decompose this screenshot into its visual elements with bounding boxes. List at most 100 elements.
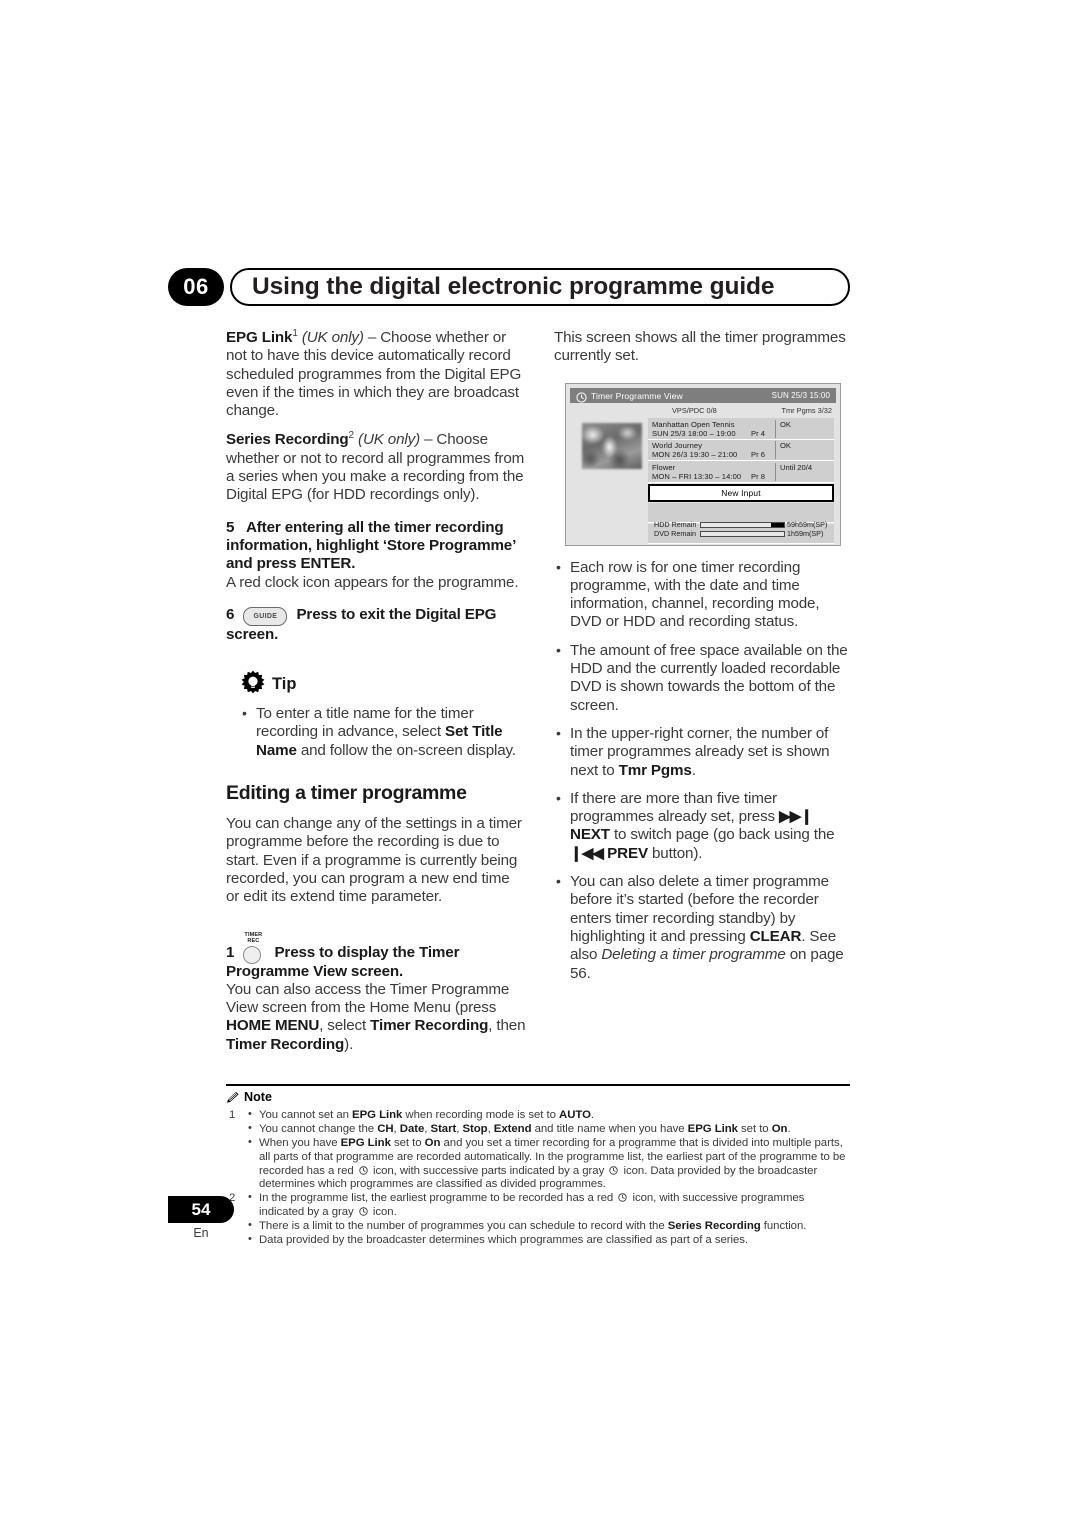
note-item: In the programme list, the earliest prog… <box>248 1191 850 1219</box>
bullet-each-row-text: Each row is for one timer recording prog… <box>570 558 820 631</box>
epg-link-term: EPG Link <box>226 329 293 346</box>
series-recording-paragraph: Series Recording2 (UK only) – Choose whe… <box>226 431 526 504</box>
step-5-body: A red clock icon appears for the program… <box>226 573 519 591</box>
bullet-next-prev: If there are more than five timer progra… <box>554 789 851 863</box>
series-recording-qualifier: (UK only) <box>358 431 420 449</box>
bullet-free-space: The amount of free space available on th… <box>554 641 851 715</box>
chapter-header: 06 Using the digital electronic programm… <box>168 268 850 306</box>
epg-link-footnote: 1 <box>292 327 298 339</box>
hdd-remain-meter: HDD Remain 59h59m(SP) <box>648 520 834 529</box>
pencil-note-icon <box>226 1091 240 1104</box>
section-body-editing-timer: You can change any of the settings in a … <box>226 815 522 906</box>
row-status: OK <box>775 441 832 459</box>
right-intro-paragraph: This screen shows all the timer programm… <box>554 329 846 365</box>
page-number: 54 <box>168 1196 234 1223</box>
bullet-tmr-pgms-post: . <box>691 761 696 779</box>
hdd-remain-bar <box>700 521 785 528</box>
timer-rec-label: TIMER REC <box>244 931 263 944</box>
note-item: You cannot set an EPG Link when recordin… <box>248 1108 850 1123</box>
tv-title-text: Timer Programme View <box>591 390 683 401</box>
next-button-icon: ▶▶❙ <box>779 808 813 826</box>
manual-page: 06 Using the digital electronic programm… <box>0 0 1080 1528</box>
tv-subheader: VPS/PDC 0/8 Tmr Pgms 3/32 <box>648 406 834 417</box>
dvd-remain-bar <box>700 530 785 537</box>
step-1-body-mid2: , then <box>488 1017 526 1035</box>
note-label: Note <box>244 1090 272 1105</box>
row-channel: Pr 6 <box>751 450 765 459</box>
note-item: There is a limit to the number of progra… <box>248 1219 850 1234</box>
programme-thumbnail <box>582 423 642 469</box>
step-1-body-pre: You can also access the Timer Programme … <box>226 980 510 1017</box>
note-item: When you have EPG Link set to On and you… <box>248 1136 850 1191</box>
step-5-text: After entering all the timer recording i… <box>226 518 516 573</box>
next-label: NEXT <box>570 826 610 844</box>
tip-bulb-icon <box>240 670 266 696</box>
deleting-timer-crossref: Deleting a timer programme <box>601 946 786 964</box>
row-title: Flower <box>652 462 676 472</box>
clock-icon <box>359 1165 368 1175</box>
step-1-heading: 1 TIMER REC Press to display the Timer Pr… <box>226 931 526 981</box>
note-group-1: 1 You cannot set an EPG Link when record… <box>226 1108 850 1192</box>
step-5-heading: 5 After entering all the timer recording… <box>226 519 526 574</box>
note-group-2: 2 In the programme list, the earliest pr… <box>226 1191 850 1247</box>
step-1-number: 1 <box>226 943 235 961</box>
row-title: World Journey <box>652 441 703 450</box>
storage-meters: HDD Remain 59h59m(SP) DVD Remain 1h59m(S… <box>648 520 834 540</box>
clock-icon <box>576 390 587 403</box>
tv-titlebar: Timer Programme View SUN 25/3 15:00 <box>570 388 836 403</box>
vps-pdc-indicator: VPS/PDC 0/8 <box>672 406 717 415</box>
new-input-row[interactable]: New Input <box>648 483 834 502</box>
timer-recording-term-1: Timer Recording <box>370 1017 489 1035</box>
bullet-next-prev-pre: If there are more than five timer progra… <box>570 789 780 826</box>
left-column: EPG Link1 (UK only) – Choose whether or … <box>226 327 526 1065</box>
series-recording-footnote: 2 <box>348 430 355 442</box>
dvd-remain-value: 1h59m(SP) <box>787 529 824 538</box>
tmr-pgms-term: Tmr Pgms <box>618 761 692 779</box>
guide-button-icon[interactable]: GUIDE <box>243 606 288 626</box>
note-divider <box>226 1084 850 1087</box>
hdd-remain-label: HDD Remain <box>654 520 697 529</box>
right-bullet-list: Each row is for one timer recording prog… <box>554 558 851 983</box>
table-row[interactable]: World Journey MON 26/3 19:30 – 21:00 Pr … <box>648 439 834 461</box>
clock-icon <box>618 1193 628 1202</box>
note-item: You cannot change the CH, Date, Start, S… <box>248 1122 850 1137</box>
tip-header: Tip <box>240 670 526 696</box>
page-footer: 54 En <box>168 1196 234 1240</box>
row-title: Manhattan Open Tennis <box>652 419 735 429</box>
bullet-next-prev-mid: to switch page (go back using the <box>609 826 835 844</box>
note-header: Note <box>226 1090 850 1106</box>
tv-body: VPS/PDC 0/8 Tmr Pgms 3/32 Manhattan Open… <box>570 405 836 544</box>
row-channel: Pr 8 <box>751 471 765 481</box>
hdd-remain-fill <box>770 522 784 527</box>
bullet-delete-timer: You can also delete a timer programme be… <box>554 872 851 983</box>
table-row[interactable]: Flower MON – FRI 13:30 – 14:00 Pr 8 Unti… <box>648 461 834 483</box>
tip-bullet-pre: To enter a title name for the timer reco… <box>256 705 474 741</box>
step-5-number: 5 <box>226 518 235 536</box>
dvd-remain-label: DVD Remain <box>654 529 696 538</box>
timer-programme-view-figure: Timer Programme View SUN 25/3 15:00 VPS/… <box>565 383 841 546</box>
page-language: En <box>193 1226 209 1240</box>
dvd-remain-meter: DVD Remain 1h59m(SP) <box>648 529 834 538</box>
series-recording-term: Series Recording <box>226 431 349 449</box>
tv-title-datetime: SUN 25/3 15:00 <box>771 390 830 400</box>
bullet-each-row: Each row is for one timer recording prog… <box>554 558 851 632</box>
epg-link-paragraph: EPG Link1 (UK only) – Choose whether or … <box>226 327 526 420</box>
prev-button-icon: ❙◀◀ <box>570 844 604 862</box>
tmr-pgms-indicator: Tmr Pgms 3/32 <box>781 406 832 415</box>
step-6-number: 6 <box>226 605 235 623</box>
step-1-body-mid1: , select <box>319 1017 371 1035</box>
row-status: OK <box>775 419 832 438</box>
row-date: MON – FRI 13:30 – 14:00 <box>652 471 742 481</box>
row-date: SUN 25/3 18:00 – 19:00 <box>652 428 736 438</box>
timer-rec-button-icon[interactable]: TIMER REC <box>242 931 264 964</box>
clear-term: CLEAR <box>749 927 802 945</box>
timer-recording-term-2: Timer Recording <box>226 1035 345 1053</box>
home-menu-term: HOME MENU <box>226 1017 320 1035</box>
bullet-tmr-pgms-pre: In the upper-right corner, the number of… <box>570 724 830 779</box>
table-row[interactable]: Manhattan Open Tennis SUN 25/3 18:00 – 1… <box>648 418 834 440</box>
tv-screen: Timer Programme View SUN 25/3 15:00 VPS/… <box>565 383 841 546</box>
hdd-remain-value: 59h59m(SP) <box>787 520 828 529</box>
step-1-body-post: ). <box>344 1035 354 1053</box>
clock-icon <box>609 1165 619 1175</box>
timer-rec-circle <box>243 945 262 964</box>
